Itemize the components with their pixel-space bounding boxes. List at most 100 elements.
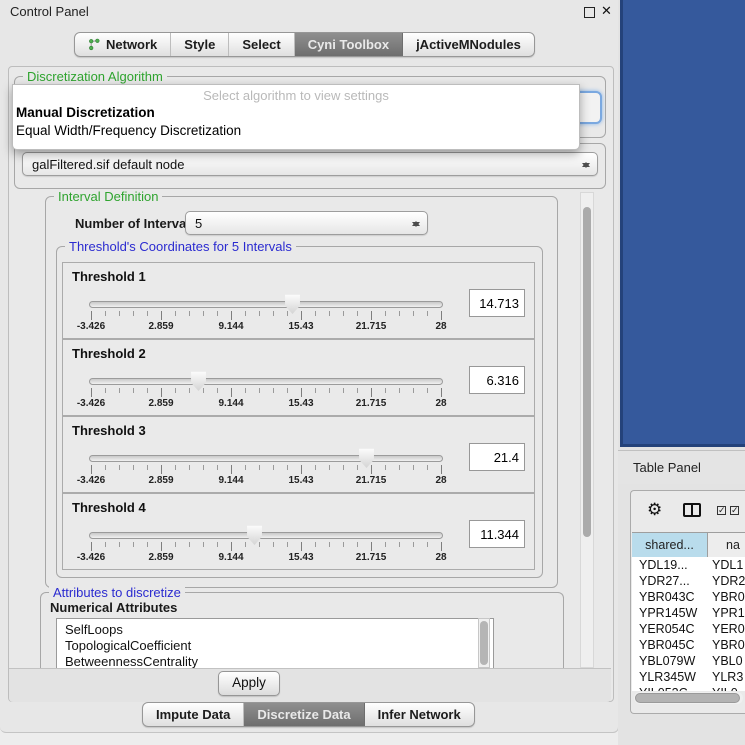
scale-tick-label: 28 — [435, 321, 446, 332]
checkbox-icon[interactable]: ✓ — [717, 506, 726, 515]
scale-tick-label: 21.715 — [356, 475, 387, 486]
slider-track[interactable] — [89, 378, 443, 385]
scale-tick-label: 21.715 — [356, 552, 387, 563]
table-row[interactable]: YBR045C YBR0 — [632, 638, 745, 654]
number-of-intervals-combobox[interactable]: 5 — [185, 211, 428, 235]
threshold-2-value-field[interactable]: 6.316 — [469, 366, 525, 394]
control-panel-titlebar: Control Panel ✕ — [0, 0, 618, 24]
table-row[interactable]: YER054C YER0 — [632, 622, 745, 638]
combo-arrows-icon — [411, 216, 420, 232]
threshold-3-slider[interactable]: -3.426 2.859 9.144 15.43 21.715 28 — [89, 445, 445, 491]
list-item[interactable]: TopologicalCoefficient — [65, 638, 191, 653]
cell: YDR2 — [712, 574, 745, 588]
scale-tick-label: -3.426 — [77, 552, 105, 563]
threshold-1-value-field[interactable]: 14.713 — [469, 289, 525, 317]
column-header-shared-name[interactable]: shared... — [632, 533, 708, 558]
table-panel-title: Table Panel — [633, 460, 701, 475]
threshold-4-value-field[interactable]: 11.344 — [469, 520, 525, 548]
slider-track[interactable] — [89, 455, 443, 462]
threshold-2-label: Threshold 2 — [72, 346, 146, 361]
tab-cyni-toolbox[interactable]: Cyni Toolbox — [295, 33, 403, 56]
scrollbar-thumb[interactable] — [635, 693, 740, 703]
tab-network-label: Network — [106, 37, 157, 52]
tab-infer-network[interactable]: Infer Network — [365, 703, 474, 726]
table-row[interactable]: YIL052C YIL0 — [632, 686, 745, 691]
tab-discretize-data[interactable]: Discretize Data — [244, 703, 364, 726]
threshold-1-slider[interactable]: -3.426 2.859 9.144 15.43 21.715 28 — [89, 291, 445, 337]
algorithm-option-manual[interactable]: Manual Discretization — [16, 105, 576, 120]
table-row[interactable]: YDR27...YDR2 — [632, 574, 745, 590]
threshold-4-label: Threshold 4 — [72, 500, 146, 515]
cell: YBR045C — [639, 638, 705, 652]
table-panel-titlebar: Table Panel — [618, 450, 745, 484]
table-row[interactable]: YPR145WYPR1 — [632, 606, 745, 622]
scale-tick-label: -3.426 — [77, 321, 105, 332]
tab-style[interactable]: Style — [171, 33, 229, 56]
scrollbar-thumb[interactable] — [480, 621, 488, 665]
tab-impute-data[interactable]: Impute Data — [143, 703, 244, 726]
scale-tick-label: 2.859 — [148, 475, 173, 486]
scale-tick-label: 15.43 — [288, 398, 313, 409]
table-data-combobox[interactable]: galFiltered.sif default node — [22, 152, 598, 176]
scale-tick-label: 21.715 — [356, 398, 387, 409]
cell: YLR3 — [712, 670, 745, 684]
checkbox-icon[interactable]: ✓ — [730, 506, 739, 515]
close-icon[interactable]: ✕ — [601, 3, 612, 19]
gear-icon[interactable]: ⚙ — [647, 501, 662, 518]
numerical-attributes-label: Numerical Attributes — [50, 600, 177, 615]
cell: YBL0 — [712, 654, 745, 668]
table-row[interactable]: YBL079WYBL0 — [632, 654, 745, 670]
threshold-4-panel: Threshold 4 -3.426 2.859 9.144 15.43 21.… — [62, 493, 535, 570]
algorithm-option-equal-width[interactable]: Equal Width/Frequency Discretization — [16, 123, 576, 138]
cell: YBR0 — [712, 638, 745, 652]
table-columns-icon[interactable] — [683, 503, 701, 517]
algorithm-prompt-item[interactable]: Select algorithm to view settings — [13, 88, 579, 103]
tab-jactivemnodules[interactable]: jActiveMNodules — [403, 33, 534, 56]
float-window-icon[interactable] — [584, 7, 595, 18]
attributes-list-scrollbar[interactable] — [478, 618, 490, 668]
cell: YER054C — [639, 622, 705, 636]
list-item[interactable]: SelfLoops — [65, 622, 123, 637]
slider-scale: -3.426 2.859 9.144 15.43 21.715 28 — [89, 321, 445, 334]
discretization-algorithm-title: Discretization Algorithm — [23, 69, 167, 84]
table-row[interactable]: YBR043CYBR0 — [632, 590, 745, 606]
cell: YIL0 — [712, 686, 745, 691]
scale-tick-label: 9.144 — [218, 398, 243, 409]
column-header-name[interactable]: na — [708, 533, 745, 558]
threshold-4-slider[interactable]: -3.426 2.859 9.144 15.43 21.715 28 — [89, 522, 445, 568]
table-row[interactable]: YLR345WYLR3 — [632, 670, 745, 686]
screen: Control Panel ✕ Network Style Select — [0, 0, 745, 745]
thresholds-group-title: Threshold's Coordinates for 5 Intervals — [65, 239, 296, 254]
table-horizontal-scrollbar[interactable] — [634, 692, 743, 704]
threshold-1-label: Threshold 1 — [72, 269, 146, 284]
table-data-value: galFiltered.sif default node — [32, 157, 184, 172]
apply-button[interactable]: Apply — [218, 671, 280, 696]
tab-select[interactable]: Select — [229, 33, 294, 56]
list-item[interactable]: BetweennessCentrality — [65, 654, 198, 669]
scale-tick-label: 9.144 — [218, 475, 243, 486]
cell: YER0 — [712, 622, 745, 636]
numerical-attributes-list[interactable]: SelfLoops TopologicalCoefficient Between… — [56, 618, 494, 670]
table-panel: ⚙ ✓ ✓ shared... na YDL19...YDL1 YDR27...… — [630, 490, 745, 714]
slider-scale: -3.426 2.859 9.144 15.43 21.715 28 — [89, 552, 445, 565]
threshold-2-slider[interactable]: -3.426 2.859 9.144 15.43 21.715 28 — [89, 368, 445, 414]
tab-network[interactable]: Network — [75, 33, 171, 56]
cell: YDL1 — [712, 558, 745, 572]
cyni-bottom-tabs: Impute Data Discretize Data Infer Networ… — [142, 702, 475, 727]
threshold-3-panel: Threshold 3 -3.426 2.859 9.144 15.43 21.… — [62, 416, 535, 493]
scale-tick-label: 21.715 — [356, 321, 387, 332]
table-row[interactable]: YDL19...YDL1 — [632, 558, 745, 574]
panel-vertical-scrollbar[interactable] — [580, 192, 594, 668]
scale-tick-label: 2.859 — [148, 398, 173, 409]
control-panel-title: Control Panel — [10, 4, 89, 19]
cell: YIL052C — [639, 686, 705, 691]
number-of-intervals-label: Number of Intervals — [75, 216, 197, 231]
scale-tick-label: 2.859 — [148, 552, 173, 563]
scale-tick-label: 28 — [435, 475, 446, 486]
slider-track[interactable] — [89, 532, 443, 539]
slider-track[interactable] — [89, 301, 443, 308]
number-of-intervals-value: 5 — [195, 216, 202, 231]
combo-arrows-icon — [581, 157, 590, 173]
scrollbar-thumb[interactable] — [583, 207, 591, 537]
threshold-3-value-field[interactable]: 21.4 — [469, 443, 525, 471]
